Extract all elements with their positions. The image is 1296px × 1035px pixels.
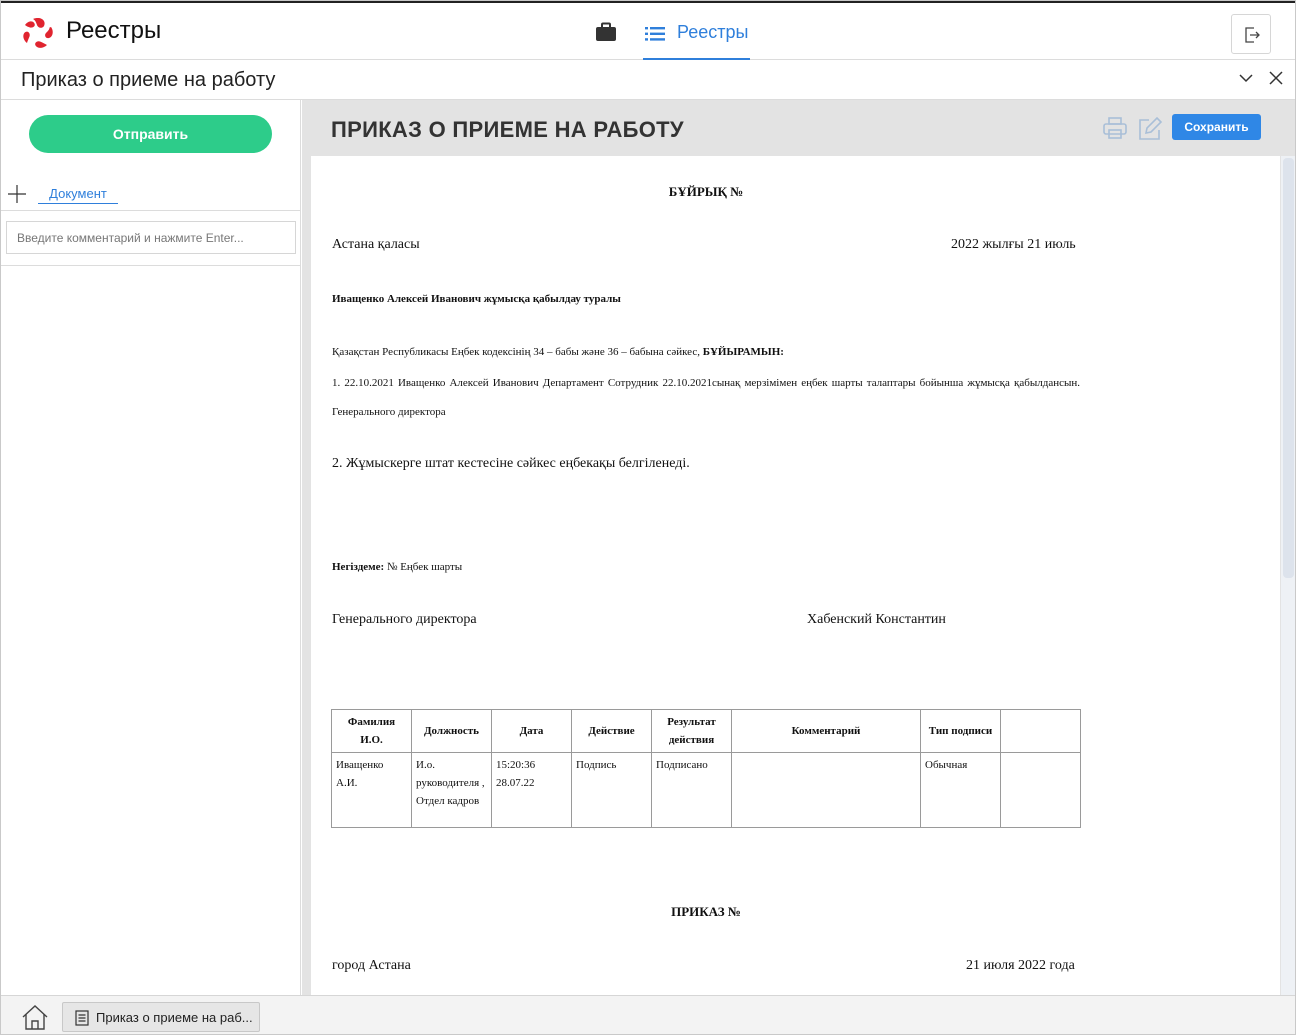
signer-position: Генерального директора (332, 612, 477, 627)
column-header: Должность (411, 709, 492, 753)
logout-button[interactable] (1231, 14, 1271, 54)
send-button[interactable]: Отправить (29, 115, 272, 153)
table-cell: Подписано (651, 752, 732, 828)
heading-ru: ПРИКАЗ № (671, 904, 741, 919)
viewer-title: ПРИКАЗ О ПРИЕМЕ НА РАБОТУ (331, 117, 684, 142)
table-cell: И.о. руководителя , Отдел кадров (411, 752, 492, 828)
column-header: Фамилия И.О. (331, 709, 412, 753)
scrollbar-thumb[interactable] (1283, 158, 1294, 578)
divider (1, 265, 301, 266)
grounds-line: Негіздеме: № Еңбек шарты (332, 561, 462, 573)
top-bar: Реестры Реестры (1, 1, 1295, 60)
logout-icon (1245, 27, 1260, 43)
date-kz: 2022 жылғы 21 июль (951, 237, 1076, 252)
basis-line: Қазақстан Республикасы Еңбек кодексінің … (332, 346, 784, 358)
nav-tab-registries[interactable]: Реестры (643, 3, 750, 60)
plus-icon[interactable] (7, 184, 27, 204)
close-icon[interactable] (1268, 70, 1284, 86)
document-title: Приказ о приеме на работу (21, 69, 276, 91)
document-header-bar: Приказ о приеме на работу (1, 60, 1295, 100)
column-header: Действие (571, 709, 652, 753)
table-cell (1000, 752, 1081, 828)
city-kz: Астана қаласы (332, 237, 420, 252)
table-row: Иващенко А.И. И.о. руководителя , Отдел … (331, 752, 1081, 828)
grounds-label: Негіздеме: (332, 561, 385, 573)
item-1: 1. 22.10.2021 Иващенко Алексей Иванович … (332, 377, 1080, 418)
column-header: Результат действия (651, 709, 732, 753)
taskbar-item-document[interactable]: Приказ о приеме на раб... (62, 1002, 260, 1032)
app-logo-icon (23, 18, 53, 48)
taskbar-item-label: Приказ о приеме на раб... (96, 1010, 253, 1025)
save-button[interactable]: Сохранить (1172, 114, 1261, 140)
comment-input[interactable] (6, 221, 296, 254)
signatures-table: Фамилия И.О. Должность Дата Действие Рез… (331, 709, 1081, 828)
table-cell: 15:20:36 28.07.22 (491, 752, 572, 828)
list-icon (645, 27, 665, 41)
subject-kz: Иващенко Алексей Иванович жұмысқа қабылд… (332, 293, 621, 305)
signer-name: Хабенский Константин (807, 612, 946, 627)
column-header: Комментарий (731, 709, 921, 753)
column-header: Дата (491, 709, 572, 753)
home-icon[interactable] (21, 1004, 49, 1030)
divider (1, 210, 301, 211)
item-2: 2. Жұмыскерге штат кестесіне сәйкес еңбе… (332, 456, 690, 471)
heading-kz: БҰЙРЫҚ № (668, 184, 744, 199)
city-ru: город Астана (332, 958, 411, 973)
column-header (1000, 709, 1081, 753)
basis-bold: БҰЙЫРАМЫН: (702, 346, 784, 358)
document-viewer: ПРИКАЗ О ПРИЕМЕ НА РАБОТУ Сохранить БҰЙР… (302, 100, 1295, 995)
table-cell: Подпись (571, 752, 652, 828)
document-page: БҰЙРЫҚ № Астана қаласы 2022 жылғы 21 июл… (311, 156, 1280, 995)
chevron-down-icon[interactable] (1238, 72, 1254, 84)
taskbar: Приказ о приеме на раб... (1, 995, 1295, 1034)
table-cell: Иващенко А.И. (331, 752, 412, 828)
briefcase-icon[interactable] (595, 22, 617, 42)
date-ru: 21 июля 2022 года (966, 958, 1075, 973)
nav-tab-label: Реестры (677, 22, 749, 42)
app-window: Реестры Реестры Приказ о приеме на работ… (0, 0, 1296, 1035)
table-cell (731, 752, 921, 828)
table-cell: Обычная (920, 752, 1001, 828)
table-header-row: Фамилия И.О. Должность Дата Действие Рез… (331, 709, 1081, 753)
column-header: Тип подписи (920, 709, 1001, 753)
grounds-value: № Еңбек шарты (386, 561, 463, 573)
edit-icon[interactable] (1137, 116, 1163, 142)
document-icon (75, 1010, 89, 1026)
basis-text: Қазақстан Республикасы Еңбек кодексінің … (332, 346, 700, 358)
left-panel: Отправить Документ (1, 100, 301, 995)
print-icon[interactable] (1102, 116, 1128, 140)
tab-document[interactable]: Документ (38, 186, 118, 204)
app-title: Реестры (66, 17, 162, 44)
